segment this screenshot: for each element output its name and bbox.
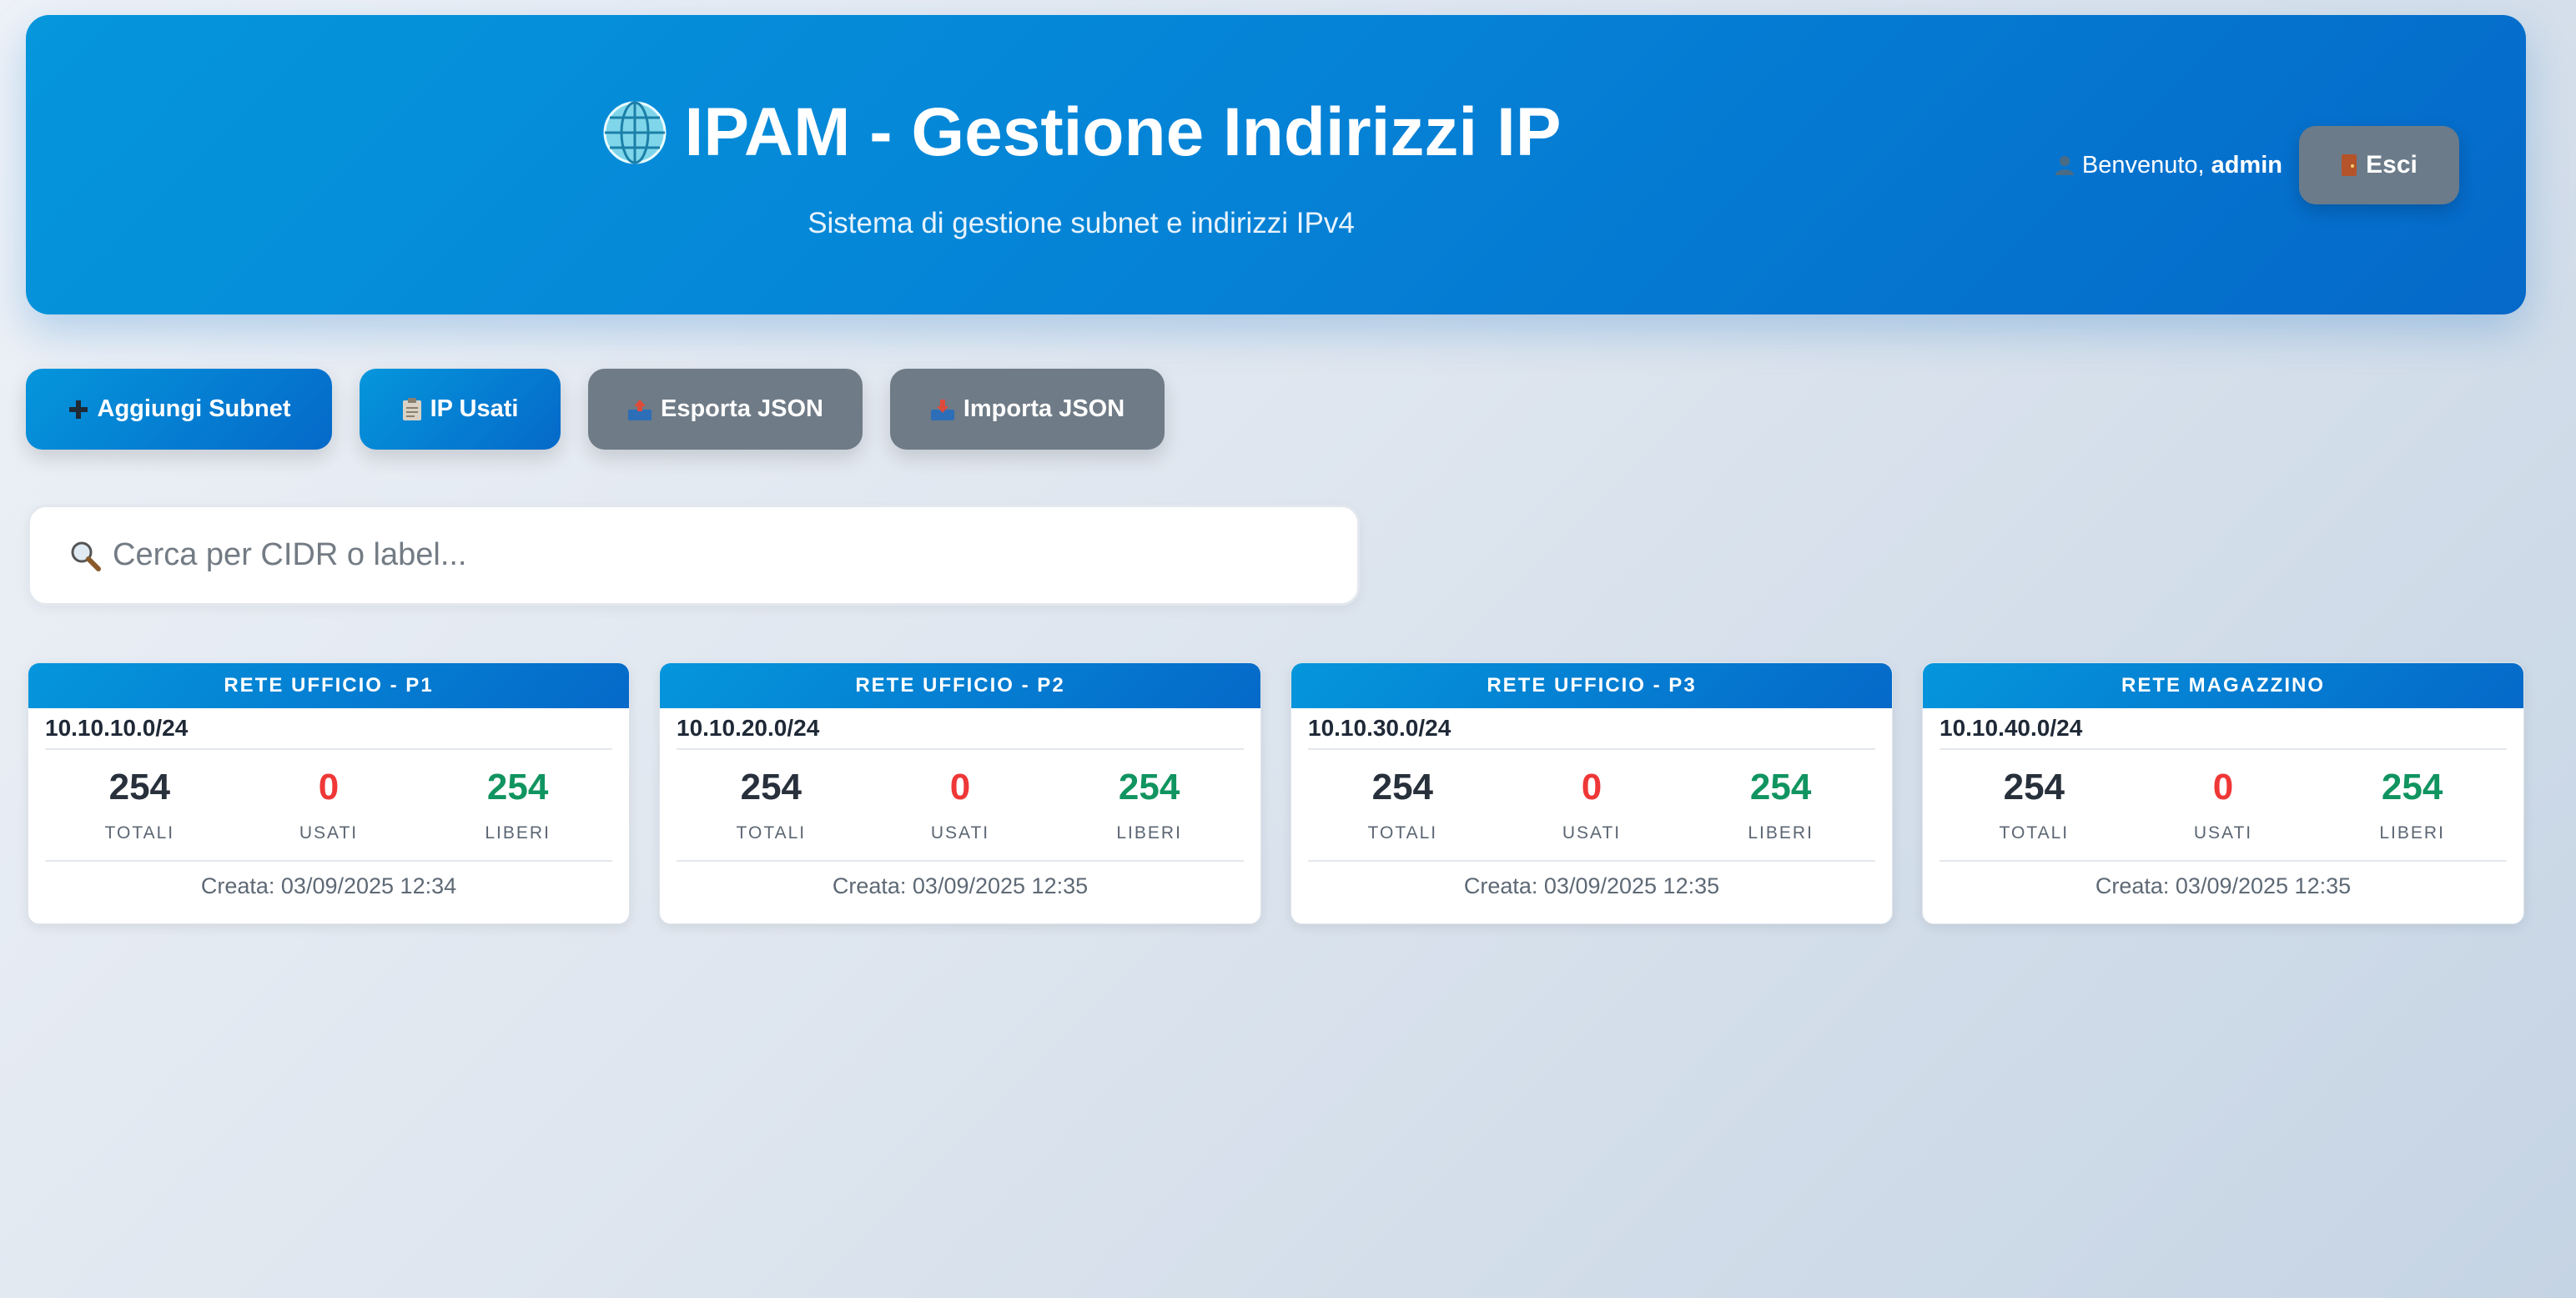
stat-total-value: 254 [740, 767, 802, 807]
export-json-label: Esporta JSON [661, 395, 823, 422]
page-subtitle: Sistema di gestione subnet e indirizzi I… [808, 207, 1355, 239]
stat-total: 254 TOTALI [696, 767, 846, 843]
search-box [28, 505, 1360, 606]
used-ips-button[interactable]: IP Usati [360, 369, 561, 450]
subnet-card[interactable]: RETE UFFICIO - P3 10.10.30.0/24 254 TOTA… [1291, 662, 1893, 924]
stat-free-value: 254 [2381, 767, 2443, 807]
created-date: Creata: 03/09/2025 12:35 [1463, 873, 1720, 898]
subnet-stats: 254 TOTALI 0 USATI 254 LIBERI [45, 750, 612, 862]
subnet-card[interactable]: RETE UFFICIO - P1 10.10.10.0/24 254 TOTA… [28, 662, 630, 924]
stat-total-label: TOTALI [104, 823, 175, 843]
created-date: Creata: 03/09/2025 12:35 [832, 873, 1089, 898]
subnet-label: RETE UFFICIO - P1 [28, 663, 629, 708]
subnet-cidr: 10.10.40.0/24 [1940, 708, 2507, 750]
stat-total: 254 TOTALI [1959, 767, 2109, 843]
globe-icon [603, 101, 667, 164]
subnet-label: RETE MAGAZZINO [1923, 663, 2523, 708]
created-date: Creata: 03/09/2025 12:35 [2095, 873, 2352, 898]
used-ips-label: IP Usati [430, 395, 519, 422]
outbox-tray-icon [628, 399, 652, 420]
door-icon [2342, 154, 2357, 176]
stat-free-value: 254 [1749, 767, 1812, 807]
logout-button[interactable]: Esci [2299, 126, 2459, 204]
welcome-message: Benvenuto, admin [2054, 152, 2282, 179]
stat-total-label: TOTALI [1367, 823, 1438, 843]
stat-total-value: 254 [108, 767, 171, 807]
stat-free-label: LIBERI [1116, 823, 1182, 843]
stat-total-label: TOTALI [1999, 823, 2070, 843]
stat-total: 254 TOTALI [64, 767, 214, 843]
plus-icon [68, 400, 88, 419]
subnet-card[interactable]: RETE MAGAZZINO 10.10.40.0/24 254 TOTALI … [1922, 662, 2524, 924]
import-json-label: Importa JSON [963, 395, 1125, 422]
stat-free: 254 LIBERI [1706, 767, 1856, 843]
stat-free-value: 254 [486, 767, 549, 807]
stat-used-label: USATI [2193, 823, 2253, 843]
stat-used-label: USATI [299, 823, 359, 843]
stat-used-label: USATI [930, 823, 990, 843]
created-date: Creata: 03/09/2025 12:34 [200, 873, 457, 898]
app-header: IPAM - Gestione Indirizzi IP Sistema di … [26, 15, 2526, 314]
stat-free-label: LIBERI [1748, 823, 1814, 843]
stat-used-value: 0 [318, 767, 340, 807]
subnet-label: RETE UFFICIO - P3 [1291, 663, 1892, 708]
header-title-block: IPAM - Gestione Indirizzi IP Sistema di … [468, 98, 1694, 240]
stat-free: 254 LIBERI [1074, 767, 1225, 843]
subnet-cidr: 10.10.30.0/24 [1308, 708, 1875, 750]
stat-used-value: 0 [949, 767, 971, 807]
stat-free-label: LIBERI [485, 823, 551, 843]
page-title-text: IPAM - Gestione Indirizzi IP [684, 94, 1562, 170]
search-icon [71, 541, 101, 571]
user-area: Benvenuto, admin Esci [2054, 126, 2459, 204]
stat-used-value: 0 [2212, 767, 2234, 807]
stat-used: 0 USATI [254, 767, 404, 843]
user-icon [2055, 156, 2074, 175]
logout-label: Esci [2366, 151, 2418, 179]
stat-total-value: 254 [2003, 767, 2065, 807]
clipboard-icon [402, 397, 421, 420]
subnet-stats: 254 TOTALI 0 USATI 254 LIBERI [1940, 750, 2507, 862]
inbox-tray-icon [930, 399, 954, 420]
toolbar: Aggiungi Subnet IP Usati Esporta JSON Im… [26, 369, 1192, 450]
add-subnet-button[interactable]: Aggiungi Subnet [26, 369, 332, 450]
subnet-stats: 254 TOTALI 0 USATI 254 LIBERI [677, 750, 1244, 862]
stat-used: 0 USATI [1517, 767, 1667, 843]
search-input[interactable] [113, 537, 1322, 573]
stat-total-value: 254 [1371, 767, 1434, 807]
welcome-text: Benvenuto, [2081, 151, 2205, 179]
subnet-stats: 254 TOTALI 0 USATI 254 LIBERI [1308, 750, 1875, 862]
page-title: IPAM - Gestione Indirizzi IP [468, 98, 1694, 167]
stat-total: 254 TOTALI [1327, 767, 1477, 843]
stat-free: 254 LIBERI [2337, 767, 2488, 843]
stat-total-label: TOTALI [736, 823, 807, 843]
subnet-card[interactable]: RETE UFFICIO - P2 10.10.20.0/24 254 TOTA… [659, 662, 1261, 924]
subnet-card-list: RETE UFFICIO - P1 10.10.10.0/24 254 TOTA… [28, 662, 2524, 924]
import-json-button[interactable]: Importa JSON [890, 369, 1165, 450]
stat-used: 0 USATI [885, 767, 1035, 843]
subnet-cidr: 10.10.20.0/24 [677, 708, 1244, 750]
add-subnet-label: Aggiungi Subnet [97, 395, 291, 422]
stat-used-value: 0 [1581, 767, 1602, 807]
username: admin [2211, 151, 2282, 179]
stat-free-label: LIBERI [2379, 823, 2445, 843]
stat-used-label: USATI [1562, 823, 1622, 843]
stat-free: 254 LIBERI [443, 767, 593, 843]
stat-used: 0 USATI [2148, 767, 2298, 843]
export-json-button[interactable]: Esporta JSON [588, 369, 863, 450]
stat-free-value: 254 [1118, 767, 1180, 807]
subnet-cidr: 10.10.10.0/24 [45, 708, 612, 750]
subnet-label: RETE UFFICIO - P2 [660, 663, 1260, 708]
